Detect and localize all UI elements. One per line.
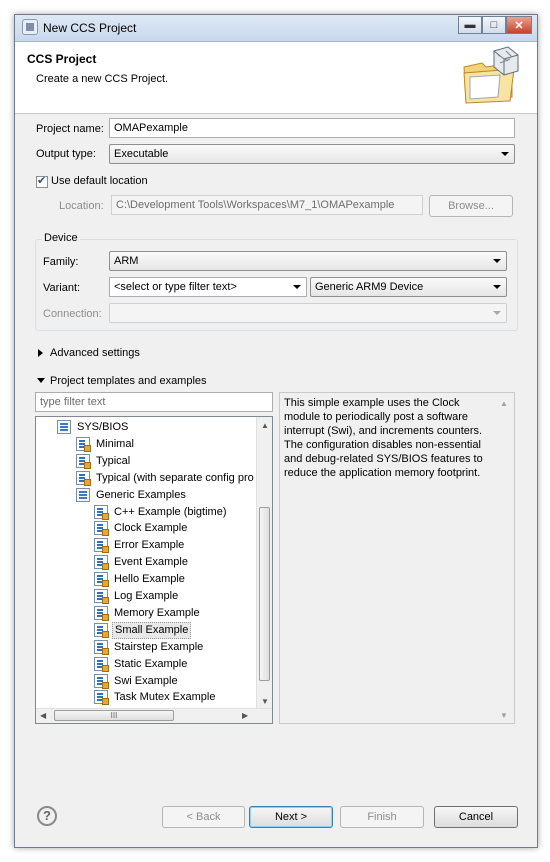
tree-item-label: Generic Examples	[96, 488, 186, 501]
page-description: Create a new CCS Project.	[36, 73, 169, 85]
tree-item-label: Minimal	[96, 437, 134, 450]
tree-item-label: Task Mutex Example	[114, 691, 216, 704]
template-filter-input[interactable]: type filter text	[35, 392, 273, 412]
tree-item-label: Hello Example	[114, 573, 185, 586]
wizard-header: CCS Project Create a new CCS Project.	[15, 42, 537, 114]
output-type-value: Executable	[114, 148, 169, 160]
chevron-down-icon	[493, 285, 501, 289]
new-project-folder-icon	[463, 46, 519, 104]
chevron-down-icon	[493, 311, 501, 315]
variant-filter-text: <select or type filter text>	[114, 281, 237, 293]
tree-item-label: Error Example	[114, 539, 185, 552]
title-bar[interactable]: New CCS Project ▬ □ ✕	[15, 15, 537, 42]
folder-icon	[76, 487, 90, 502]
tree-item-label: Memory Example	[114, 606, 200, 619]
tree-item-label: Typical	[96, 454, 131, 467]
example-icon	[94, 589, 109, 604]
location-input: C:\Development Tools\Workspaces\M7_1\OMA…	[111, 195, 423, 215]
tree-item-label: C++ Example (bigtime)	[114, 505, 227, 518]
chevron-down-icon	[293, 285, 301, 289]
example-icon	[94, 622, 109, 638]
example-icon	[94, 605, 109, 621]
window-title: New CCS Project	[43, 21, 137, 35]
scroll-left-arrow-icon[interactable]: ◀	[40, 711, 46, 720]
templates-tree[interactable]: SYS/BIOS Minimal Typical Typical (with sepa…	[35, 416, 273, 724]
tree-item-label: Log Example	[114, 590, 179, 602]
horizontal-scroll-thumb[interactable]: III	[54, 710, 174, 721]
family-select[interactable]: ARM	[109, 251, 507, 271]
maximize-button[interactable]: □	[482, 16, 506, 34]
connection-label: Connection:	[43, 308, 102, 320]
page-title: CCS Project	[27, 52, 97, 66]
example-icon	[94, 538, 109, 554]
vertical-scroll-thumb[interactable]	[259, 507, 270, 681]
example-icon	[94, 656, 109, 672]
tree-item-label: Small Example	[112, 621, 192, 639]
chevron-down-icon	[501, 152, 509, 156]
location-label: Location:	[59, 200, 104, 212]
template-icon	[76, 470, 91, 486]
project-name-input[interactable]: OMAPexample	[109, 118, 515, 138]
cancel-button[interactable]: Cancel	[434, 806, 518, 828]
variant-value: Generic ARM9 Device	[315, 281, 424, 293]
tree-vertical-scrollbar[interactable]: ▲ ▼	[256, 417, 272, 709]
minimize-button[interactable]: ▬	[458, 16, 482, 34]
project-templates-toggle[interactable]: Project templates and examples	[50, 375, 207, 387]
tree-item-label: Typical (with separate config pro	[96, 471, 254, 484]
next-button[interactable]: Next >	[249, 806, 333, 828]
advanced-settings-toggle[interactable]: Advanced settings	[50, 347, 140, 359]
tree-item-label: Static Example	[114, 657, 188, 670]
project-name-label: Project name:	[36, 123, 104, 135]
template-icon	[76, 436, 91, 452]
output-type-select[interactable]: Executable	[109, 144, 515, 164]
tree-item-label: Stairstep Example	[114, 640, 204, 653]
template-icon	[76, 453, 91, 469]
example-icon	[94, 521, 109, 537]
family-value: ARM	[114, 255, 139, 267]
sysbios-folder-icon	[57, 420, 71, 434]
tree-item-label: Swi Example	[114, 674, 178, 687]
finish-button: Finish	[340, 806, 424, 828]
collapse-arrow-icon[interactable]	[37, 378, 45, 383]
example-icon	[94, 504, 109, 520]
close-button[interactable]: ✕	[506, 16, 532, 34]
use-default-location-label: Use default location	[51, 175, 148, 187]
family-label: Family:	[43, 256, 79, 268]
example-icon	[94, 639, 109, 655]
example-icon	[94, 572, 109, 588]
back-button: < Back	[162, 806, 245, 828]
scroll-up-arrow-icon[interactable]: ▲	[261, 421, 269, 430]
browse-button: Browse...	[429, 195, 513, 217]
scroll-down-arrow-icon: ▼	[500, 711, 508, 720]
output-type-label: Output type:	[36, 148, 96, 160]
expand-arrow-icon[interactable]	[38, 349, 43, 357]
tree-item-label: Clock Example	[114, 522, 188, 535]
new-ccs-project-dialog: New CCS Project ▬ □ ✕ CCS Project Create…	[14, 14, 538, 848]
scroll-right-arrow-icon[interactable]: ▶	[242, 711, 248, 720]
help-icon[interactable]: ?	[37, 806, 57, 826]
scroll-up-arrow-icon: ▲	[500, 399, 508, 408]
chevron-down-icon	[493, 259, 501, 263]
scroll-down-arrow-icon[interactable]: ▼	[261, 697, 269, 706]
example-icon	[94, 555, 109, 571]
variant-filter-combo[interactable]: <select or type filter text>	[109, 277, 307, 297]
tree-item-label: SYS/BIOS	[77, 421, 129, 433]
tree-item-label: Event Example	[114, 556, 188, 569]
device-group-label: Device	[42, 232, 80, 244]
ccs-app-icon	[22, 19, 38, 35]
use-default-location-checkbox[interactable]	[36, 174, 48, 188]
variant-label: Variant:	[43, 282, 81, 294]
variant-select[interactable]: Generic ARM9 Device	[310, 277, 507, 297]
tree-horizontal-scrollbar[interactable]: ◀ III ▶	[36, 708, 272, 723]
example-icon	[94, 690, 109, 706]
template-description-text: This simple example uses the Clock modul…	[284, 397, 483, 479]
template-description-panel: This simple example uses the Clock modul…	[279, 392, 515, 724]
connection-select	[109, 303, 507, 323]
example-icon	[94, 673, 109, 689]
